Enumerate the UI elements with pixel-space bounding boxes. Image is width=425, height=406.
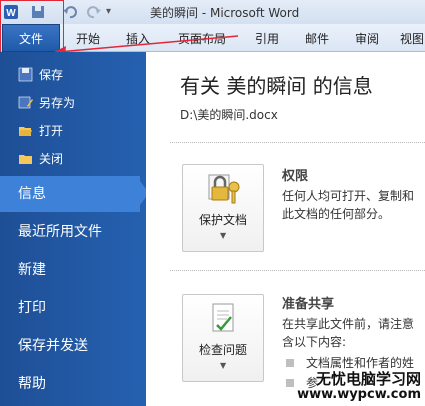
open-folder-icon <box>19 126 32 136</box>
sidebar-item-recent[interactable]: 最近所用文件 <box>0 214 146 250</box>
tab-mailings[interactable]: 邮件 <box>305 30 329 47</box>
sidebar-item-label: 另存为 <box>39 95 76 110</box>
tab-review[interactable]: 审阅 <box>355 30 379 47</box>
redo-icon[interactable] <box>86 4 102 20</box>
customize-qat-icon[interactable]: ▾ <box>106 6 122 22</box>
undo-icon[interactable] <box>62 4 78 20</box>
prepare-sharing-heading: 准备共享 <box>282 297 335 312</box>
watermark-site-name: 无忧电脑学习网 <box>315 370 421 388</box>
inspect-document-icon <box>212 303 234 332</box>
tab-view[interactable]: 视图 <box>400 30 424 47</box>
chevron-down-icon: ▼ <box>220 361 227 370</box>
sidebar-item-label: 关闭 <box>39 151 64 166</box>
sidebar-item-info[interactable]: 信息 <box>0 176 140 212</box>
sidebar-item-save-send[interactable]: 保存并发送 <box>0 328 146 364</box>
permissions-text-line: 任何人均可打开、复制和 <box>282 189 415 203</box>
divider <box>170 142 425 143</box>
check-for-issues-label: 检查问题 <box>198 343 247 357</box>
chevron-down-icon: ▼ <box>220 231 227 240</box>
divider <box>170 270 425 271</box>
sidebar-item-label: 打开 <box>39 123 64 138</box>
prepare-text-line: 含以下内容: <box>282 335 347 349</box>
sidebar-item-help[interactable]: 帮助 <box>0 366 146 402</box>
sidebar-item-label: 保存 <box>39 67 64 82</box>
close-folder-icon <box>19 154 32 164</box>
watermark-url: www.wypcw.com <box>297 387 421 402</box>
backstage-sidebar: 保存 另存为 打开 关闭 信息 最近所用文件 新建 打印 保存并发送 帮助 <box>0 52 146 406</box>
check-for-issues-button[interactable]: 检查问题 ▼ <box>182 294 264 382</box>
window-title: 美的瞬间 - Microsoft Word <box>150 6 300 20</box>
lock-key-icon <box>208 174 240 204</box>
sidebar-item-save-as[interactable]: 另存为 <box>18 92 75 112</box>
sidebar-item-close[interactable]: 关闭 <box>18 148 63 168</box>
bullet-icon <box>286 379 294 387</box>
sidebar-item-print[interactable]: 打印 <box>0 290 146 326</box>
prepare-text-line: 在共享此文件前，请注意 <box>282 317 415 331</box>
protect-document-button[interactable]: 保护文档 ▼ <box>182 164 264 252</box>
permissions-text-line: 此文档的任何部分。 <box>282 207 391 221</box>
tab-references[interactable]: 引用 <box>255 30 279 47</box>
page-title: 有关 美的瞬间 的信息 <box>180 74 373 98</box>
permissions-heading: 权限 <box>282 169 309 184</box>
info-panel: 有关 美的瞬间 的信息 D:\美的瞬间.docx 保护文档 ▼ 权限 任何人均可… <box>146 52 425 406</box>
sidebar-item-new[interactable]: 新建 <box>0 252 146 288</box>
sidebar-item-open[interactable]: 打开 <box>18 120 63 140</box>
bullet-icon <box>286 359 294 367</box>
sidebar-item-save[interactable]: 保存 <box>18 64 63 84</box>
save-icon <box>18 67 33 81</box>
protect-document-label: 保护文档 <box>198 213 247 227</box>
save-as-icon <box>18 96 33 108</box>
document-path: D:\美的瞬间.docx <box>180 108 278 122</box>
